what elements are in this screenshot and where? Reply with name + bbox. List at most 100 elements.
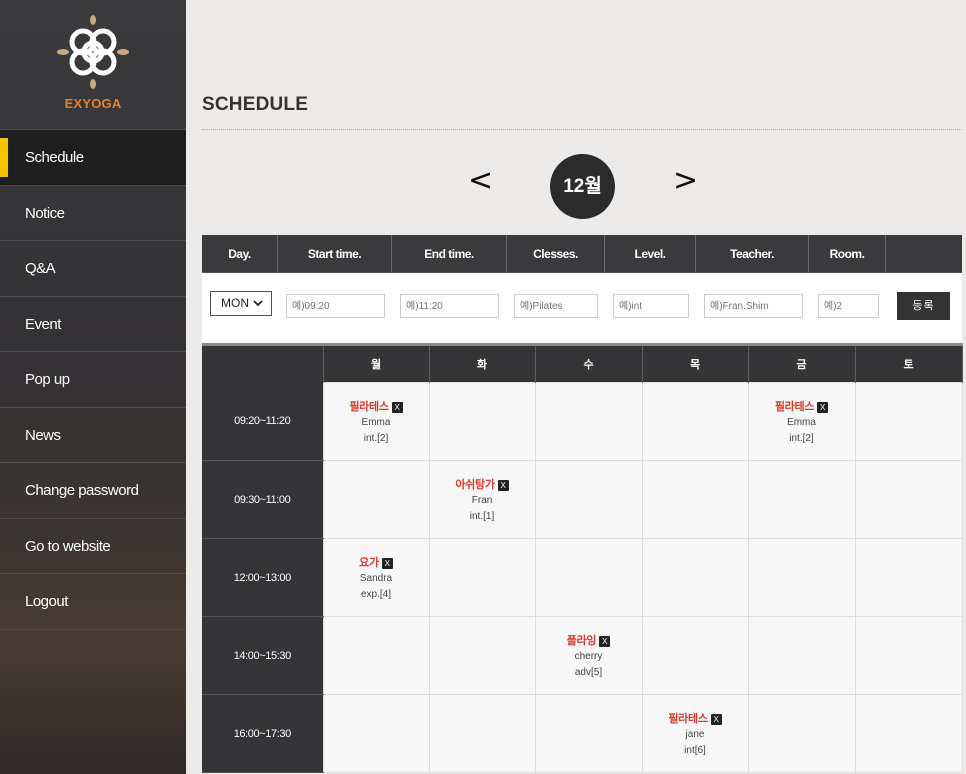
schedule-cell: 요가 X Sandra exp.[4] [322, 538, 430, 617]
sidebar-item-pop-up[interactable]: Pop up [0, 352, 186, 408]
sidebar-item-q-a[interactable]: Q&A [0, 241, 186, 297]
teacher-input[interactable] [704, 294, 803, 318]
schedule-cell[interactable] [428, 538, 536, 617]
schedule-cell[interactable] [534, 460, 643, 539]
schedule-cell[interactable] [428, 616, 536, 695]
schedule-cell[interactable] [322, 460, 430, 539]
sidebar-item-news[interactable]: News [0, 408, 186, 463]
delete-class-button[interactable]: X [391, 401, 403, 413]
day-header: 금 [748, 343, 856, 383]
sidebar-item-change-password[interactable]: Change password [0, 463, 186, 519]
month-navigation: < 12월 > [202, 154, 962, 220]
delete-class-button[interactable]: X [710, 713, 722, 725]
day-header: 토 [855, 343, 963, 383]
schedule-cell[interactable] [428, 382, 536, 461]
schedule-cell[interactable] [854, 460, 963, 539]
schedule-cell[interactable] [854, 382, 963, 461]
sidebar-item-notice[interactable]: Notice [0, 186, 186, 241]
title-divider [202, 129, 962, 130]
schedule-cell[interactable] [641, 616, 749, 695]
schedule-cell[interactable] [322, 616, 430, 695]
schedule-cell[interactable] [534, 538, 643, 617]
schedule-row: 16:00~17:30 필라테스 Xjane int[6] [202, 694, 963, 773]
class-level: adv[5] [574, 666, 603, 678]
schedule-cell: 플라잉 Xcherry adv[5] [534, 616, 643, 695]
schedule-cell[interactable] [641, 538, 749, 617]
time-header [202, 343, 324, 383]
class-entry: 아쉬탕가 X [430, 475, 535, 493]
sidebar-item-logout[interactable]: Logout [0, 574, 186, 630]
class-teacher: Fran [471, 494, 493, 506]
page-title: SCHEDULE [202, 94, 309, 115]
brand[interactable]: EXYOGA [0, 0, 186, 130]
schedule-cell[interactable] [747, 694, 856, 773]
prev-month-button[interactable]: < [468, 166, 493, 196]
sidebar-item-schedule[interactable]: Schedule [0, 130, 186, 186]
form-header-classes: Clesses. [507, 235, 605, 272]
schedule-cell: 필라테스 X Emma int.[2] [322, 382, 430, 461]
class-teacher: Emma [361, 416, 391, 428]
schedule-cell: 필라테스 X Emma int.[2] [747, 382, 856, 461]
start-time-input[interactable] [286, 294, 385, 318]
time-slot: 14:00~15:30 [202, 616, 323, 695]
form-header-teacher: Teacher. [696, 235, 809, 272]
class-teacher: cherry [574, 650, 603, 662]
class-entry: 필라테스 X [749, 397, 855, 415]
time-slot: 09:20~11:20 [202, 382, 323, 461]
schedule-cell[interactable] [747, 460, 856, 539]
class-teacher: Emma [787, 416, 816, 428]
schedule-cell[interactable] [854, 538, 963, 617]
schedule-cell[interactable] [428, 694, 536, 773]
schedule-row: 09:30~11:00 아쉬탕가 X Fran int.[1] [202, 460, 963, 539]
class-entry: 필라테스 X [643, 709, 748, 727]
delete-class-button[interactable]: X [817, 401, 829, 413]
classes-input[interactable] [514, 294, 598, 318]
delete-class-button[interactable]: X [497, 479, 509, 491]
class-level: int.[2] [363, 432, 389, 444]
schedule-entry-form: Day. Start time. End time. Clesses. Leve… [202, 235, 962, 343]
sidebar-item-go-to-website[interactable]: Go to website [0, 519, 186, 574]
next-month-button[interactable]: > [673, 166, 698, 196]
end-time-input[interactable] [400, 294, 499, 318]
day-select[interactable]: MON [210, 291, 272, 316]
class-name: 필라테스 [668, 712, 708, 725]
room-input[interactable] [818, 294, 879, 318]
sidebar-item-event[interactable]: Event [0, 297, 186, 352]
class-level: int.[1] [469, 510, 495, 522]
form-header-room: Room. [809, 235, 886, 272]
schedule-cell[interactable] [854, 694, 963, 773]
class-name: 필라테스 [349, 400, 389, 413]
delete-class-button[interactable]: X [381, 557, 393, 569]
brand-name: EXYOGA [64, 96, 122, 111]
class-entry: 요가 X [324, 553, 429, 571]
knot-logo-icon [57, 15, 129, 89]
delete-class-button[interactable]: X [599, 635, 611, 647]
schedule-cell[interactable] [322, 694, 430, 773]
register-button[interactable]: 등록 [897, 292, 950, 320]
class-entry: 플라잉 X [536, 631, 642, 649]
schedule-cell[interactable] [641, 460, 749, 539]
schedule-cell[interactable] [854, 616, 963, 695]
day-header: 월 [323, 343, 430, 383]
class-name: 요가 [359, 556, 379, 569]
class-level: int[6] [684, 744, 706, 756]
form-header-start-time: Start time. [278, 235, 392, 272]
day-select-value: MON [221, 296, 249, 310]
form-body: MON 등록 [202, 273, 962, 343]
schedule-cell[interactable] [534, 694, 643, 773]
schedule-cell[interactable] [747, 616, 856, 695]
schedule-row: 09:20~11:20 필라테스 X Emma int.[2] 필라테스 X Emma int.… [202, 382, 963, 461]
schedule-cell[interactable] [534, 382, 643, 461]
current-month-badge: 12월 [550, 154, 615, 219]
schedule-cell: 필라테스 Xjane int[6] [641, 694, 749, 773]
day-header: 목 [642, 343, 749, 383]
sidebar: EXYOGA Schedule Notice Q&A Event Pop up News C… [0, 0, 186, 774]
schedule-row: 12:00~13:00 요가 X Sandra exp.[4] [202, 538, 963, 617]
schedule-cell[interactable] [747, 538, 856, 617]
schedule-grid: 월화수목금토 09:20~11:20 필라테스 X Emma int.[2] 필라테스 X E… [202, 343, 963, 773]
class-name: 플라잉 [566, 634, 597, 647]
level-input[interactable] [613, 294, 689, 318]
class-name: 아쉬탕가 [455, 478, 495, 491]
schedule-cell[interactable] [641, 382, 749, 461]
class-name: 필라테스 [774, 400, 815, 413]
